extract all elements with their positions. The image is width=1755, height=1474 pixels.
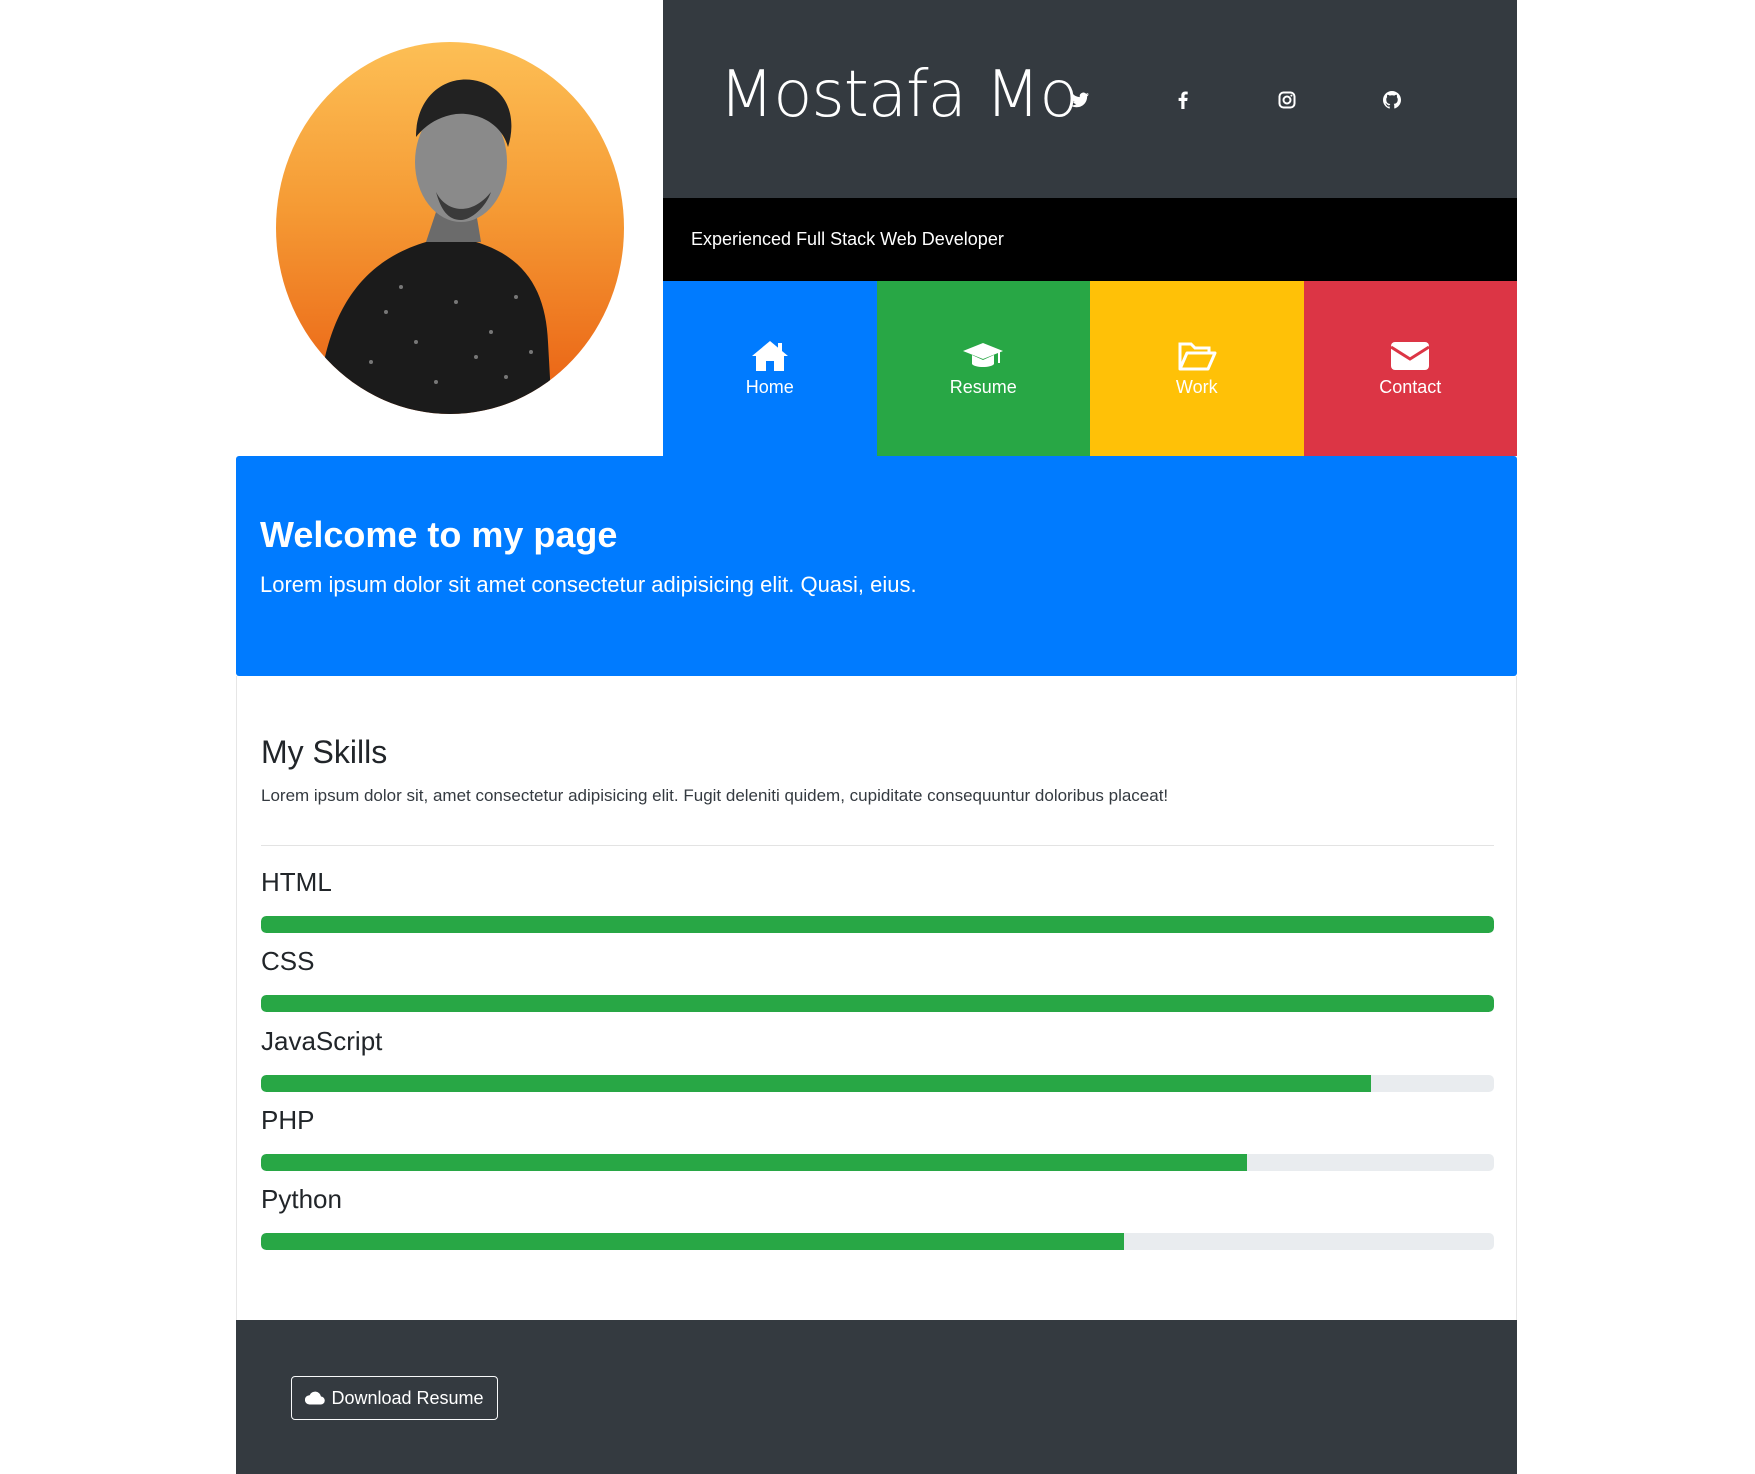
instagram-icon (1278, 91, 1296, 109)
name-bar: Mostafa Mo (663, 0, 1517, 198)
download-resume-button[interactable]: Download Resume (291, 1376, 498, 1420)
skill-python: Python (261, 1181, 1494, 1250)
download-resume-label: Download Resume (331, 1387, 484, 1408)
progress-track (261, 1233, 1494, 1250)
skill-css: CSS (261, 943, 1494, 1012)
github-icon (1383, 91, 1401, 109)
facebook-icon (1178, 91, 1188, 109)
nav-resume[interactable]: Resume (876, 281, 1090, 456)
divider (261, 845, 1494, 846)
instagram-link[interactable] (1273, 86, 1301, 114)
skills-title: My Skills (261, 734, 388, 770)
skills-description: Lorem ipsum dolor sit, amet consectetur … (261, 786, 1169, 805)
progress-bar (261, 995, 1494, 1012)
nav-contact-label: Contact (1379, 377, 1442, 397)
nav-resume-label: Resume (949, 377, 1017, 397)
progress-track (261, 995, 1494, 1012)
skill-name: JavaScript (261, 1026, 383, 1056)
progress-bar (261, 916, 1494, 933)
avatar (276, 42, 624, 414)
nav-work[interactable]: Work (1090, 281, 1304, 456)
footer: Download Resume (236, 1320, 1517, 1474)
skills-section: My Skills Lorem ipsum dolor sit, amet co… (236, 676, 1517, 1320)
progress-bar (261, 1154, 1248, 1171)
facebook-link[interactable] (1169, 86, 1197, 114)
progress-bar (261, 1233, 1125, 1250)
skill-name: CSS (261, 946, 315, 976)
twitter-link[interactable] (1066, 86, 1094, 114)
owner-name: Mostafa Mo (719, 58, 1078, 132)
cloud-icon (305, 1391, 326, 1405)
main-nav: Home Resume Work Contact (663, 281, 1517, 456)
progress-bar (261, 1075, 1371, 1092)
twitter-icon (1071, 92, 1089, 108)
welcome-title: Welcome to my page (260, 514, 618, 555)
skill-php: PHP (261, 1102, 1494, 1171)
page-container: Mostafa Mo Experienced Full Stack Web De… (236, 0, 1517, 1474)
progress-track (261, 1154, 1494, 1171)
skill-javascript: JavaScript (261, 1023, 1494, 1092)
tagline-bar: Experienced Full Stack Web Developer (663, 198, 1517, 281)
nav-home-label: Home (745, 377, 794, 397)
header: Mostafa Mo Experienced Full Stack Web De… (236, 0, 1517, 456)
welcome-text: Lorem ipsum dolor sit amet consectetur a… (260, 572, 917, 597)
welcome-jumbotron: Welcome to my page Lorem ipsum dolor sit… (236, 456, 1517, 676)
home-icon (751, 341, 788, 371)
skill-name: PHP (261, 1105, 315, 1135)
envelope-icon (1390, 342, 1431, 370)
folder-open-icon (1178, 342, 1217, 371)
header-info: Mostafa Mo Experienced Full Stack Web De… (663, 0, 1517, 456)
graduation-cap-icon (963, 343, 1004, 367)
skill-name: HTML (261, 867, 332, 897)
skill-html: HTML (261, 864, 1494, 933)
nav-home[interactable]: Home (663, 281, 877, 456)
nav-work-label: Work (1175, 377, 1218, 397)
progress-track (261, 1075, 1494, 1092)
progress-track (261, 916, 1494, 933)
tagline: Experienced Full Stack Web Developer (691, 229, 1004, 249)
skill-name: Python (261, 1184, 342, 1214)
nav-contact[interactable]: Contact (1303, 281, 1517, 456)
github-link[interactable] (1378, 86, 1406, 114)
avatar-column (236, 0, 663, 456)
